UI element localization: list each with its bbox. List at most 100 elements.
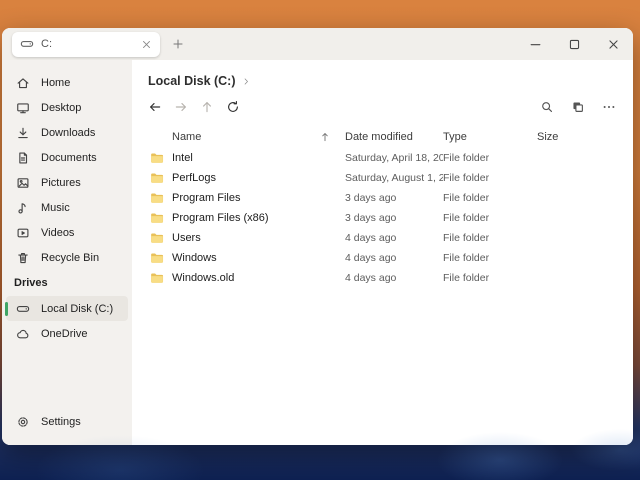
breadcrumb: Local Disk (C:) bbox=[148, 74, 633, 88]
file-type: File folder bbox=[443, 272, 490, 284]
action-button[interactable] bbox=[597, 96, 621, 118]
folder-icon bbox=[149, 271, 165, 285]
sidebar-item[interactable]: Recycle Bin bbox=[6, 245, 128, 270]
sort-ascending-icon bbox=[319, 131, 331, 143]
file-type: File folder bbox=[443, 232, 490, 244]
folder-icon bbox=[149, 211, 165, 225]
sidebar-item[interactable]: Videos bbox=[6, 220, 128, 245]
action-button[interactable] bbox=[535, 96, 559, 118]
file-row[interactable]: Windows.old 4 days ago File folder bbox=[132, 268, 633, 288]
refresh-icon bbox=[226, 100, 240, 114]
plus-icon[interactable] bbox=[172, 38, 184, 50]
sidebar-item[interactable]: Home bbox=[6, 70, 128, 95]
sidebar-drive-item[interactable]: Local Disk (C:) bbox=[5, 296, 128, 321]
folder-icon bbox=[149, 171, 165, 185]
videos-icon bbox=[16, 226, 30, 240]
file-name: Users bbox=[172, 232, 201, 244]
sidebar: Home Desktop Downloads Documents Picture… bbox=[2, 60, 132, 445]
column-header-type[interactable]: Type bbox=[443, 131, 537, 143]
navigation-buttons bbox=[142, 96, 246, 118]
desktop-wallpaper: C: Home Desktop Downloads Documents Pict… bbox=[0, 0, 640, 480]
file-row[interactable]: Intel Saturday, April 18, 2020 File fold… bbox=[132, 148, 633, 168]
file-row[interactable]: Users 4 days ago File folder bbox=[132, 228, 633, 248]
column-header-size[interactable]: Size bbox=[537, 131, 613, 143]
search-icon bbox=[540, 100, 554, 114]
file-type: File folder bbox=[443, 172, 490, 184]
file-name: Windows.old bbox=[172, 272, 235, 284]
downloads-icon bbox=[16, 126, 30, 140]
up-icon bbox=[200, 100, 214, 114]
action-buttons bbox=[528, 96, 621, 118]
file-type: File folder bbox=[443, 252, 490, 264]
file-date-modified: 4 days ago bbox=[345, 252, 397, 264]
sidebar-item-label: Desktop bbox=[41, 101, 82, 114]
drive-icon bbox=[16, 302, 30, 316]
close-icon[interactable] bbox=[607, 38, 620, 51]
sidebar-item[interactable]: Documents bbox=[6, 145, 128, 170]
sidebar-item-label: Downloads bbox=[41, 126, 96, 139]
sidebar-item-label: Videos bbox=[41, 226, 75, 239]
file-name: Program Files (x86) bbox=[172, 212, 269, 224]
window-controls bbox=[529, 38, 633, 51]
sidebar-item-settings[interactable]: Settings bbox=[6, 409, 128, 434]
file-date-modified: 3 days ago bbox=[345, 212, 397, 224]
file-date-modified: Saturday, April 18, 2020 bbox=[345, 152, 443, 164]
column-headers: Name Date modified Type Size bbox=[132, 126, 633, 148]
sidebar-item-label: Recycle Bin bbox=[41, 251, 100, 264]
maximize-icon[interactable] bbox=[568, 38, 581, 51]
file-type: File folder bbox=[443, 152, 490, 164]
file-name: Program Files bbox=[172, 192, 241, 204]
forward-icon bbox=[174, 100, 188, 114]
cloud-icon bbox=[16, 327, 30, 341]
minimize-icon[interactable] bbox=[529, 38, 542, 51]
sidebar-drives: Local Disk (C:) OneDrive bbox=[2, 296, 132, 346]
folder-icon bbox=[149, 231, 165, 245]
file-row[interactable]: Program Files 3 days ago File folder bbox=[132, 188, 633, 208]
file-date-modified: Saturday, August 1, 2020 bbox=[345, 172, 443, 184]
more-icon bbox=[602, 100, 616, 114]
file-name: Intel bbox=[172, 152, 193, 164]
tab-local-disk[interactable]: C: bbox=[12, 31, 160, 57]
file-date-modified: 4 days ago bbox=[345, 232, 397, 244]
sidebar-item[interactable]: Pictures bbox=[6, 170, 128, 195]
gear-icon bbox=[16, 415, 30, 429]
nav-button[interactable] bbox=[221, 96, 245, 118]
sidebar-drive-label: OneDrive bbox=[41, 327, 88, 340]
column-header-name[interactable]: Name bbox=[172, 131, 345, 143]
sidebar-nav: Home Desktop Downloads Documents Picture… bbox=[2, 70, 132, 270]
close-icon[interactable] bbox=[141, 39, 152, 50]
chevron-right-icon[interactable] bbox=[242, 77, 251, 86]
sidebar-drive-item[interactable]: OneDrive bbox=[6, 321, 128, 346]
sidebar-item-label: Music bbox=[41, 201, 70, 214]
column-header-date-modified[interactable]: Date modified bbox=[345, 131, 443, 143]
breadcrumb-current-folder[interactable]: Local Disk (C:) bbox=[148, 74, 236, 88]
view-options-icon bbox=[571, 100, 585, 114]
file-explorer-window: C: Home Desktop Downloads Documents Pict… bbox=[2, 28, 633, 445]
action-button[interactable] bbox=[566, 96, 590, 118]
folder-icon bbox=[149, 151, 165, 165]
nav-button[interactable] bbox=[195, 96, 219, 118]
file-row[interactable]: Windows 4 days ago File folder bbox=[132, 248, 633, 268]
file-type: File folder bbox=[443, 192, 490, 204]
sidebar-item[interactable]: Downloads bbox=[6, 120, 128, 145]
folder-icon bbox=[149, 251, 165, 265]
tab-bar: C: bbox=[2, 28, 633, 60]
nav-button[interactable] bbox=[169, 96, 193, 118]
sidebar-item-label: Pictures bbox=[41, 176, 81, 189]
sidebar-item-label: Documents bbox=[41, 151, 97, 164]
desktop-icon bbox=[16, 101, 30, 115]
file-row[interactable]: Program Files (x86) 3 days ago File fold… bbox=[132, 208, 633, 228]
file-date-modified: 3 days ago bbox=[345, 192, 397, 204]
back-icon bbox=[148, 100, 162, 114]
tab-title: C: bbox=[41, 38, 52, 50]
documents-icon bbox=[16, 151, 30, 165]
file-list: Intel Saturday, April 18, 2020 File fold… bbox=[132, 148, 633, 288]
home-icon bbox=[16, 76, 30, 90]
file-type: File folder bbox=[443, 212, 490, 224]
file-row[interactable]: PerfLogs Saturday, August 1, 2020 File f… bbox=[132, 168, 633, 188]
sidebar-item[interactable]: Music bbox=[6, 195, 128, 220]
pictures-icon bbox=[16, 176, 30, 190]
nav-button[interactable] bbox=[143, 96, 167, 118]
sidebar-item[interactable]: Desktop bbox=[6, 95, 128, 120]
